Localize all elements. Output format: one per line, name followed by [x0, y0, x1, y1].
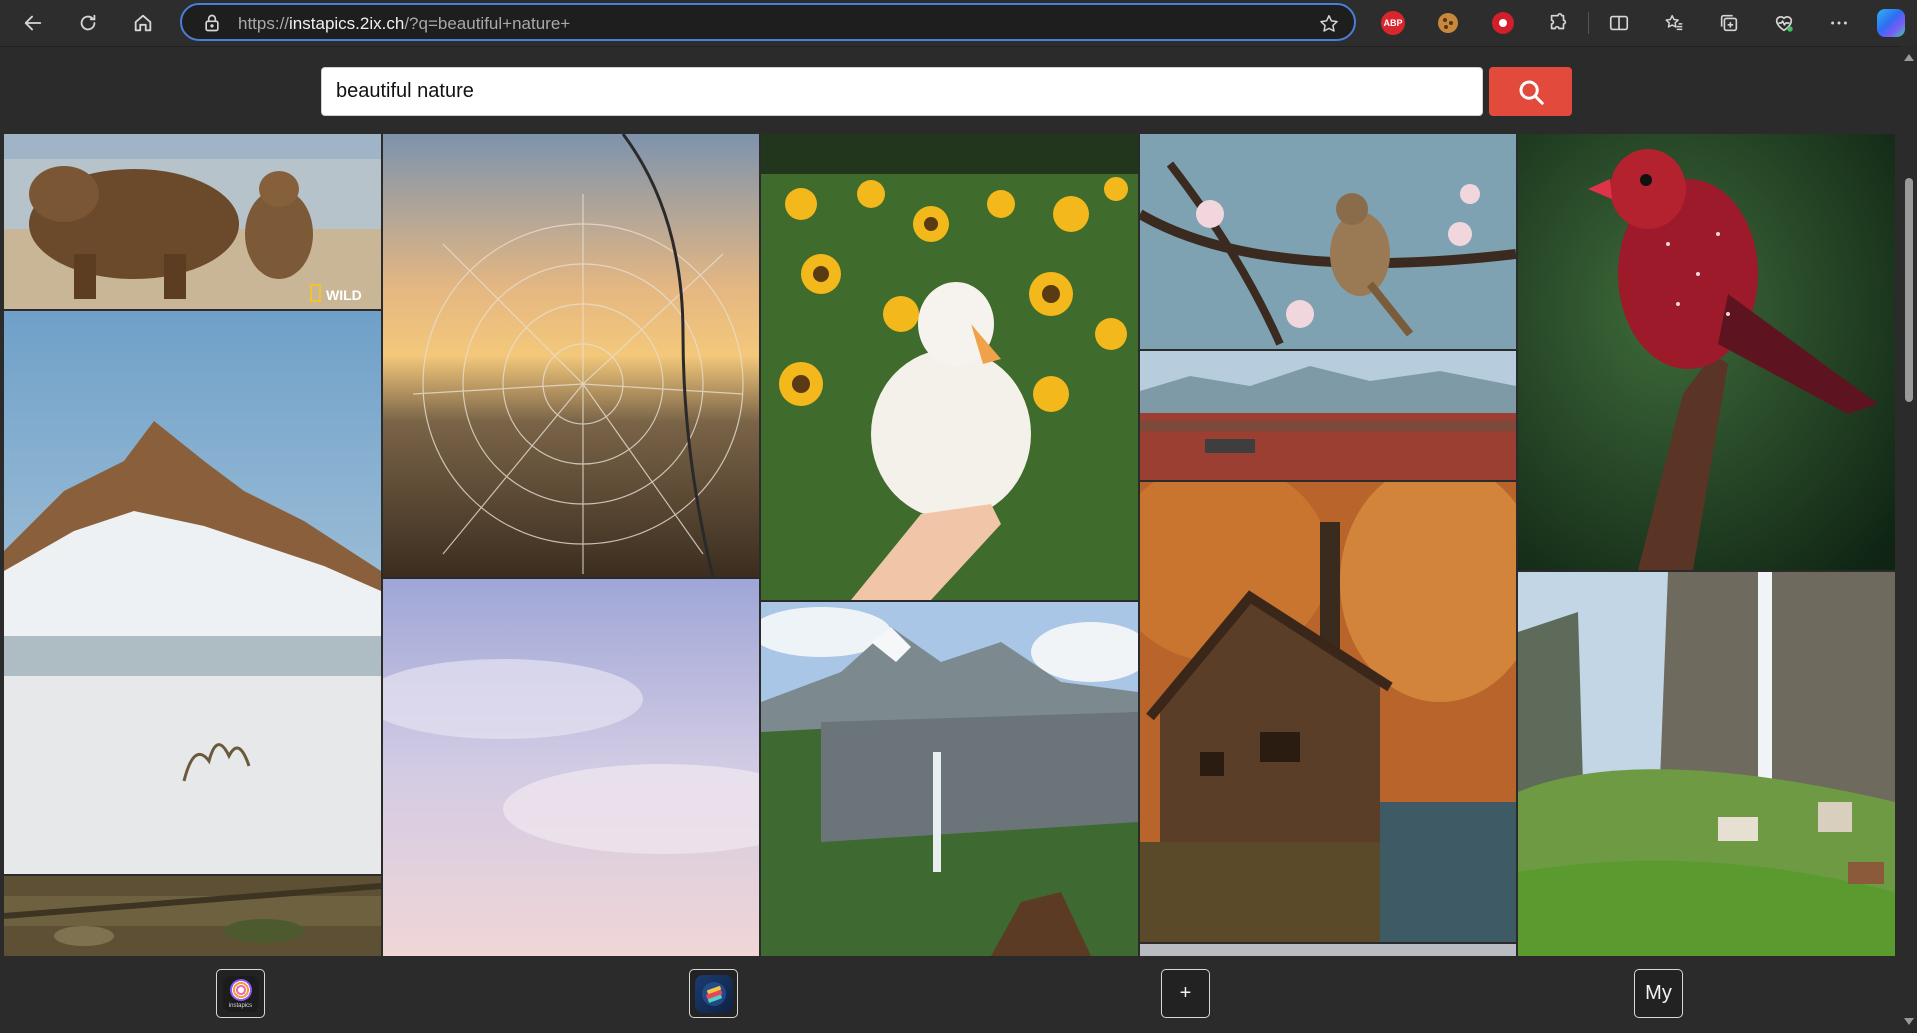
favorites-button[interactable]: [1657, 6, 1691, 40]
collections-button[interactable]: [1712, 6, 1746, 40]
image-tile-grey-strip[interactable]: [1140, 944, 1516, 956]
browser-essentials-button[interactable]: [1767, 6, 1801, 40]
my-profile-button[interactable]: My: [1634, 969, 1683, 1018]
copilot-button[interactable]: [1874, 6, 1908, 40]
cloudy-sky-photo: [383, 579, 759, 956]
forest-floor-photo: [4, 876, 381, 956]
record-icon: [1492, 12, 1514, 34]
red-plain-photo: [1140, 351, 1516, 480]
favorites-list-icon: [1665, 14, 1683, 31]
snowy-mountain-photo: [4, 311, 381, 874]
search-button[interactable]: [1489, 67, 1572, 116]
instapics-home-button[interactable]: instapics: [216, 969, 265, 1018]
collections-icon: [1720, 14, 1738, 32]
copilot-icon: [1877, 9, 1905, 37]
image-tile-sparrow[interactable]: [1140, 134, 1516, 349]
home-button[interactable]: [126, 6, 160, 40]
image-tile-autumn-mill[interactable]: [1140, 482, 1516, 942]
heart-pulse-icon: [1775, 16, 1793, 32]
browser-toolbar: https://instapics.2ix.ch/?q=beautiful+na…: [0, 0, 1917, 47]
extensions-button[interactable]: [1541, 6, 1575, 40]
home-icon: [134, 14, 152, 32]
image-tile-valley-waterfall[interactable]: [1518, 572, 1895, 956]
image-tile-red-finch[interactable]: [1518, 134, 1895, 570]
instapics-ring-icon: [229, 978, 252, 1001]
scroll-down-arrow-icon[interactable]: [1904, 1018, 1914, 1025]
favorite-star-icon[interactable]: [1318, 13, 1340, 35]
image-tile-bear[interactable]: WILD: [4, 134, 381, 309]
toolbar-divider: [1588, 12, 1589, 34]
valley-waterfall-photo: [1518, 572, 1895, 956]
address-bar[interactable]: https://instapics.2ix.ch/?q=beautiful+na…: [180, 3, 1356, 41]
explore-app-button[interactable]: [689, 969, 738, 1018]
instapics-logo-icon: instapics: [222, 975, 259, 1012]
image-tile-snowy-mountain[interactable]: [4, 311, 381, 874]
search-icon: [1519, 80, 1544, 105]
image-tile-mountain-waterfall[interactable]: [761, 602, 1138, 956]
split-screen-icon: [1609, 15, 1629, 31]
search-input[interactable]: [321, 67, 1483, 116]
autumn-mill-photo: [1140, 482, 1516, 942]
duck-sunflowers-photo: [761, 134, 1138, 600]
url-host: instapics.2ix.ch: [289, 14, 405, 33]
image-tile-red-plain[interactable]: [1140, 351, 1516, 480]
image-tile-spider-web[interactable]: [383, 134, 759, 577]
image-tile-cloudy-sky[interactable]: [383, 579, 759, 956]
sparrow-photo: [1140, 134, 1516, 349]
instapics-logo-text: instapics: [228, 1002, 253, 1009]
scroll-thumb[interactable]: [1905, 178, 1913, 402]
spider-web-photo: [383, 134, 759, 577]
more-horizontal-icon: [1831, 21, 1847, 25]
bear-photo: WILD: [4, 134, 381, 309]
url-path: /?q=beautiful+nature+: [404, 14, 571, 33]
split-screen-button[interactable]: [1602, 6, 1636, 40]
page-scrollbar[interactable]: [1900, 46, 1917, 1033]
image-grid: WILD: [0, 134, 1900, 956]
record-extension-button[interactable]: [1486, 6, 1520, 40]
url-text[interactable]: https://instapics.2ix.ch/?q=beautiful+na…: [238, 14, 570, 34]
refresh-icon: [80, 14, 96, 31]
add-button[interactable]: +: [1161, 969, 1210, 1018]
nat-geo-wild-badge: WILD: [326, 287, 362, 303]
settings-menu-button[interactable]: [1822, 6, 1856, 40]
abp-icon: ABP: [1381, 11, 1405, 35]
image-tile-forest-floor[interactable]: [4, 876, 381, 956]
bottom-navigation: instapics + My: [0, 956, 1900, 1033]
cookie-icon: [1438, 13, 1458, 33]
red-finch-photo: [1518, 134, 1895, 570]
url-scheme: https://: [238, 14, 290, 33]
scroll-up-arrow-icon[interactable]: [1904, 54, 1914, 61]
arrow-left-icon: [24, 15, 42, 31]
back-button[interactable]: [16, 6, 50, 40]
app-logo-icon: [694, 974, 733, 1013]
adblock-extension-button[interactable]: ABP: [1376, 6, 1410, 40]
cookie-extension-button[interactable]: [1431, 6, 1465, 40]
mountain-waterfall-photo: [761, 602, 1138, 956]
refresh-button[interactable]: [71, 6, 105, 40]
puzzle-icon: [1550, 13, 1567, 30]
stacked-layers-icon: [701, 981, 726, 1006]
lock-icon[interactable]: [202, 13, 222, 33]
grey-strip-photo: [1140, 944, 1516, 956]
image-tile-duck-sunflowers[interactable]: [761, 134, 1138, 600]
